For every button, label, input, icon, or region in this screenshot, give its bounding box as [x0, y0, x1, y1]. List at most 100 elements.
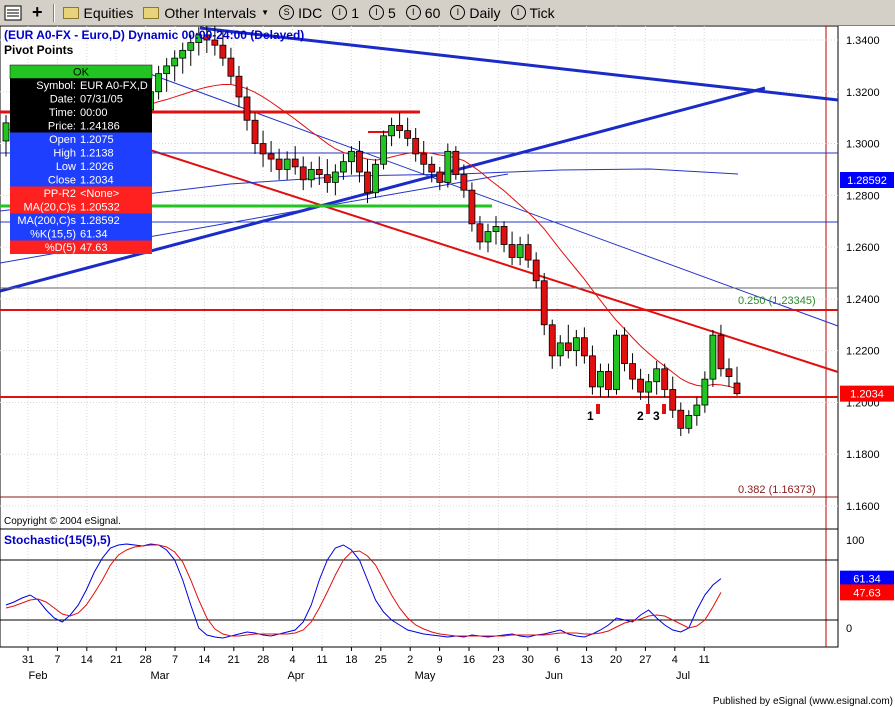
candle-down: [508, 244, 516, 258]
price-tag-label: 1.28592: [847, 175, 887, 187]
candle-up: [685, 414, 693, 429]
stoch-tick-label: 100: [846, 535, 864, 547]
candle-down: [548, 324, 556, 357]
data-window-row-value: EUR A0-FX,D: [80, 80, 148, 92]
data-window-row-label: MA(20,C)s: [23, 202, 76, 214]
candle-up: [484, 231, 492, 243]
interval-60-button[interactable]: I 60: [402, 2, 445, 24]
interval-1-button[interactable]: I1: [328, 2, 363, 24]
candle-up: [645, 381, 653, 393]
candle-up: [572, 337, 580, 352]
x-tick-label: 25: [375, 654, 387, 666]
data-window-row-label: High: [53, 148, 76, 160]
swing-marker-bar: [662, 404, 666, 414]
data-window-row-label: Close: [48, 175, 76, 187]
interval-icon: I: [405, 5, 421, 20]
candle-up: [179, 49, 187, 59]
candle-up: [701, 378, 709, 406]
candle-down: [315, 169, 323, 176]
candle-down: [580, 337, 588, 357]
candle-down: [629, 363, 636, 380]
copyright-text: Copyright © 2004 eSignal.: [4, 516, 121, 527]
candle-down: [661, 368, 669, 390]
data-window[interactable]: OKSymbol: EUR A0-FX,D Date: 07/31/05 Time: 00…: [9, 64, 153, 254]
x-month-label: Jun: [545, 670, 563, 682]
y-tick-label: 1.2200: [846, 346, 880, 358]
candle-down: [235, 75, 243, 98]
swing-marker-label: 1: [587, 409, 594, 423]
candle-down: [669, 389, 677, 411]
swing-marker-label: 2: [637, 409, 644, 423]
candle-down: [540, 280, 548, 326]
swing-marker-bar: [646, 404, 650, 414]
candle-up: [372, 163, 379, 194]
interval-icon: I: [510, 5, 526, 20]
candle-up: [380, 135, 387, 165]
candle-up: [492, 225, 500, 232]
candle-down: [267, 153, 275, 160]
data-window-row-value: 1.28592: [80, 215, 120, 227]
candle-down: [717, 334, 725, 370]
idc-label: IDC: [298, 4, 323, 21]
candle-down: [524, 244, 532, 261]
interval-tick-button[interactable]: I Tick: [507, 2, 559, 24]
candle-down: [364, 171, 371, 194]
candle-up: [348, 150, 355, 163]
data-window-row-label: Symbol:: [36, 80, 76, 92]
x-tick-label: 4: [290, 654, 296, 666]
data-window-row-value: 61.34: [80, 229, 108, 241]
x-tick-label: 9: [437, 654, 443, 666]
chart-canvas[interactable]: 1.3400 1.3200 1.3000 1.2800 1.2600 1.2400 1.22…: [0, 26, 895, 707]
add-icon[interactable]: +: [28, 2, 47, 24]
interval-1-label: 1: [351, 4, 359, 21]
candle-up: [171, 57, 179, 67]
equities-button[interactable]: Equities: [59, 2, 138, 24]
folder-icon: [143, 6, 160, 19]
interval-5-label: 5: [388, 4, 396, 21]
candle-down: [725, 368, 733, 377]
other-intervals-button[interactable]: Other Intervals ▼: [139, 2, 273, 24]
candle-down: [412, 137, 420, 155]
interval-tick-label: Tick: [529, 4, 555, 21]
chart-icon[interactable]: [0, 2, 26, 24]
candle-down: [733, 382, 741, 395]
time-axis: 31 7 14 21 28 7 14 21 28 4 11 18 25 2 9 16 23 30 6 13 20 27 4 1…: [22, 647, 710, 682]
y-tick-label: 1.3200: [846, 87, 880, 99]
interval-icon: I: [332, 5, 348, 20]
interval-60-label: 60: [424, 4, 441, 21]
candle-down: [500, 225, 508, 245]
candle-up: [187, 42, 195, 51]
candle-down: [637, 378, 645, 393]
x-tick-label: 30: [522, 654, 534, 666]
x-tick-label: 14: [81, 654, 93, 666]
data-window-row-value: 1.2034: [80, 175, 114, 187]
x-tick-label: 21: [228, 654, 240, 666]
x-month-label: Jul: [676, 670, 690, 682]
x-tick-label: 20: [610, 654, 622, 666]
candle-down: [219, 44, 227, 59]
y-tick-label: 1.1800: [846, 449, 880, 461]
candle-down: [452, 150, 460, 176]
y-tick-label: 1.3400: [846, 35, 880, 47]
x-tick-label: 4: [672, 654, 678, 666]
candle-up: [163, 65, 171, 75]
x-month-label: Apr: [287, 670, 304, 682]
stoch-tick-label: 0: [846, 623, 852, 635]
x-month-label: Feb: [29, 670, 48, 682]
idc-button[interactable]: S IDC: [275, 2, 326, 24]
interval-5-button[interactable]: I5: [365, 2, 400, 24]
candle-up: [283, 158, 291, 170]
data-window-row-value: 1.20532: [80, 202, 120, 214]
candle-up: [155, 73, 163, 93]
candle-down: [460, 174, 468, 191]
swing-marker-bar: [596, 404, 600, 414]
candle-down: [356, 150, 363, 173]
data-window-row-label: PP-R2: [44, 188, 76, 200]
candle-up: [2, 122, 10, 142]
candle-up: [653, 368, 661, 383]
data-window-row-label: MA(200,C)s: [17, 215, 76, 227]
interval-daily-button[interactable]: I Daily: [446, 2, 504, 24]
x-tick-label: 28: [139, 654, 151, 666]
data-window-row-value: 1.24186: [80, 121, 120, 133]
candle-down: [621, 334, 628, 365]
